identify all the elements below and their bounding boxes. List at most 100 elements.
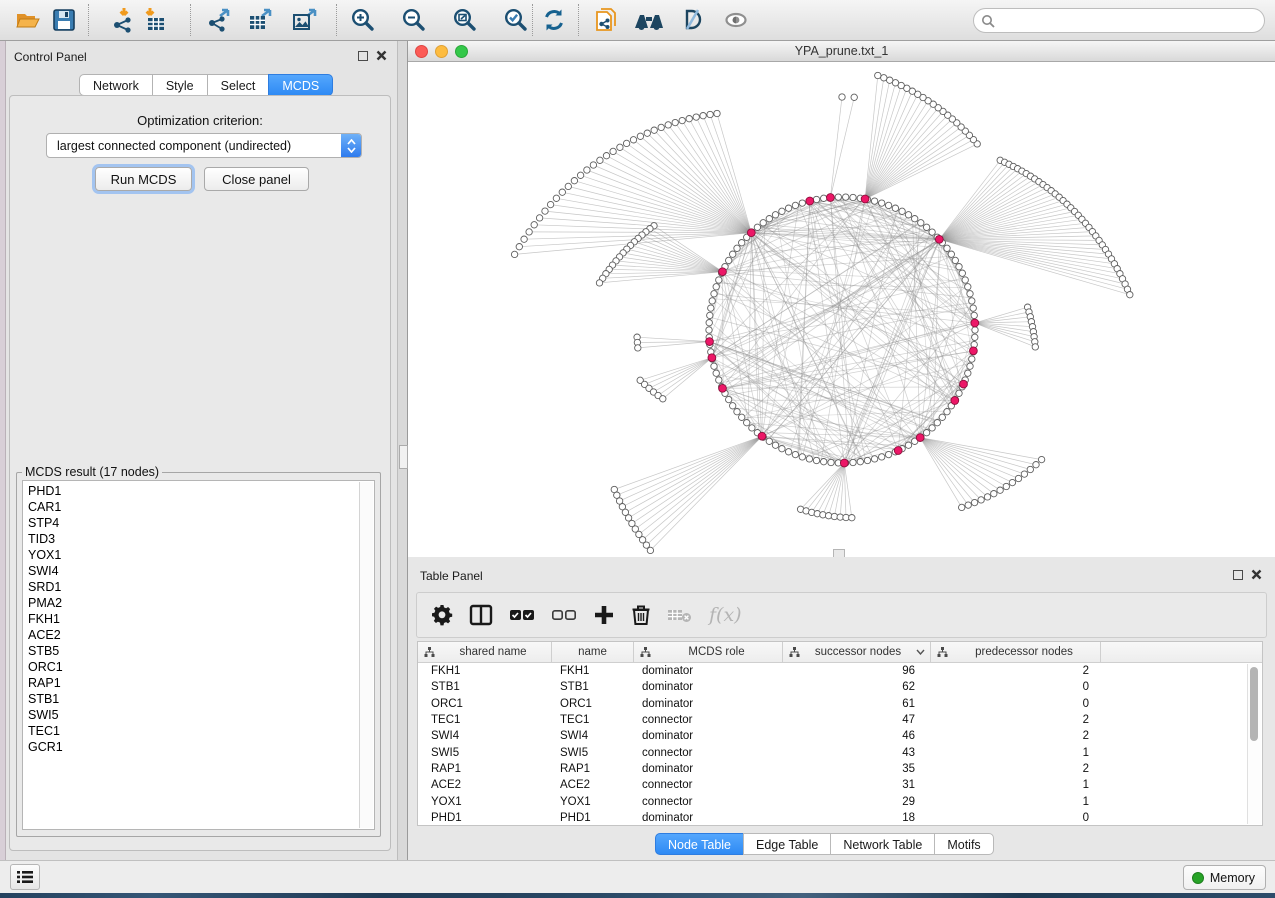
gear-icon	[431, 604, 453, 626]
tab-network-table[interactable]: Network Table	[830, 833, 935, 855]
float-table-panel-icon[interactable]	[1233, 570, 1243, 580]
table-mode-button[interactable]	[431, 600, 453, 630]
close-table-panel-icon[interactable]	[1251, 569, 1262, 580]
mcds-result-item[interactable]: GCR1	[23, 739, 360, 755]
table-row[interactable]: PHD1PHD1dominator180	[418, 810, 1262, 825]
column-tree-icon	[424, 647, 435, 658]
mcds-result-item[interactable]: SWI4	[23, 563, 360, 579]
table-row[interactable]: TEC1TEC1connector472	[418, 712, 1262, 728]
column-header-MCDS-role[interactable]: MCDS role	[634, 642, 783, 662]
tab-motifs[interactable]: Motifs	[934, 833, 993, 855]
close-panel-button[interactable]: Close panel	[204, 167, 309, 191]
table-cell: connector	[634, 747, 783, 759]
table-cell: dominator	[634, 698, 783, 710]
mcds-result-item[interactable]: PHD1	[23, 483, 360, 499]
table-row[interactable]: FKH1FKH1dominator962	[418, 663, 1262, 679]
mcds-result-item[interactable]: PMA2	[23, 595, 360, 611]
mcds-result-item[interactable]: YOX1	[23, 547, 360, 563]
close-panel-icon[interactable]	[376, 50, 387, 61]
refresh-button[interactable]	[540, 6, 568, 34]
node-table: shared namenameMCDS rolesuccessor nodesp…	[417, 641, 1263, 826]
run-mcds-button[interactable]: Run MCDS	[95, 167, 192, 191]
zoom-out-button[interactable]	[400, 6, 428, 34]
table-row[interactable]: ACE2ACE2connector311	[418, 777, 1262, 793]
table-row[interactable]: SWI4SWI4dominator462	[418, 728, 1262, 744]
table-panel-tabs: Node Table Edge Table Network Table Moti…	[655, 833, 994, 855]
table-cell: YOX1	[552, 796, 634, 808]
network-from-document-button[interactable]	[592, 6, 620, 34]
mcds-list-scrollbar[interactable]	[359, 482, 373, 828]
deselect-all-button[interactable]	[551, 600, 577, 630]
table-cell: ACE2	[418, 779, 552, 791]
import-network-button[interactable]	[110, 6, 138, 34]
mcds-result-item[interactable]: STP4	[23, 515, 360, 531]
open-session-button[interactable]	[14, 6, 42, 34]
export-network-button[interactable]	[206, 6, 234, 34]
show-task-history-button[interactable]	[10, 864, 40, 890]
search-binoculars-button[interactable]	[632, 6, 666, 34]
vertical-splitter[interactable]	[397, 41, 408, 860]
search-icon	[981, 14, 995, 28]
column-header-shared-name[interactable]: shared name	[418, 642, 552, 662]
table-row[interactable]: STB1STB1dominator620	[418, 679, 1262, 695]
zoom-selected-button[interactable]	[502, 6, 530, 34]
tab-style[interactable]: Style	[152, 74, 208, 96]
show-columns-button[interactable]	[469, 600, 493, 630]
float-panel-icon[interactable]	[358, 51, 368, 61]
refresh-icon	[541, 7, 567, 33]
column-header-predecessor-nodes[interactable]: predecessor nodes	[931, 642, 1101, 662]
mcds-result-item[interactable]: FKH1	[23, 611, 360, 627]
mcds-result-item[interactable]: ORC1	[23, 659, 360, 675]
optimization-criterion-select[interactable]: largest connected component (undirected)	[46, 133, 362, 158]
table-scrollbar[interactable]	[1247, 664, 1261, 824]
column-header-name[interactable]: name	[552, 642, 634, 662]
table-cell: 0	[931, 681, 1101, 693]
network-graph[interactable]	[408, 62, 1275, 557]
table-scrollbar-thumb[interactable]	[1250, 667, 1258, 741]
plus-icon	[593, 604, 615, 626]
mcds-result-item[interactable]: STB5	[23, 643, 360, 659]
save-session-button[interactable]	[50, 6, 78, 34]
mcds-result-item[interactable]: ACE2	[23, 627, 360, 643]
table-row[interactable]: SWI5SWI5connector431	[418, 744, 1262, 760]
export-table-button[interactable]	[247, 6, 275, 34]
memory-button[interactable]: Memory	[1183, 865, 1266, 890]
splitter-handle[interactable]	[399, 445, 408, 469]
column-header-successor-nodes[interactable]: successor nodes	[783, 642, 931, 662]
table-row[interactable]: YOX1YOX1connector291	[418, 793, 1262, 809]
eye-preview-button[interactable]	[722, 6, 750, 34]
mcds-result-item[interactable]: STB1	[23, 691, 360, 707]
export-image-button[interactable]	[291, 6, 319, 34]
table-cell: 43	[783, 747, 931, 759]
tab-mcds[interactable]: MCDS	[268, 74, 333, 96]
network-canvas[interactable]	[408, 62, 1275, 557]
tab-network[interactable]: Network	[79, 74, 153, 96]
mcds-result-item[interactable]: TEC1	[23, 723, 360, 739]
tab-node-table[interactable]: Node Table	[655, 833, 744, 855]
import-network-icon	[111, 7, 137, 33]
table-row[interactable]: RAP1RAP1dominator352	[418, 761, 1262, 777]
delete-column-button[interactable]	[631, 600, 651, 630]
import-table-icon	[141, 7, 167, 33]
list-icon	[17, 870, 33, 884]
mcds-result-item[interactable]: RAP1	[23, 675, 360, 691]
graphics-details-button[interactable]	[678, 6, 706, 34]
mcds-result-item[interactable]: TID3	[23, 531, 360, 547]
add-column-button[interactable]	[593, 600, 615, 630]
table-cell: 46	[783, 730, 931, 742]
search-input[interactable]	[995, 11, 1264, 31]
mcds-result-item[interactable]: SWI5	[23, 707, 360, 723]
control-panel-header: Control Panel	[6, 41, 397, 71]
table-cell: dominator	[634, 681, 783, 693]
zoom-in-button[interactable]	[349, 6, 377, 34]
tab-select[interactable]: Select	[207, 74, 270, 96]
zoom-fit-button[interactable]	[451, 6, 479, 34]
mcds-result-item[interactable]: SRD1	[23, 579, 360, 595]
select-all-button[interactable]	[509, 600, 535, 630]
mcds-result-groupbox: MCDS result (17 nodes) PHD1CAR1STP4TID3Y…	[16, 465, 381, 837]
table-row[interactable]: ORC1ORC1dominator610	[418, 696, 1262, 712]
table-cell: TEC1	[552, 714, 634, 726]
import-table-button[interactable]	[140, 6, 168, 34]
tab-edge-table[interactable]: Edge Table	[743, 833, 831, 855]
mcds-result-item[interactable]: CAR1	[23, 499, 360, 515]
